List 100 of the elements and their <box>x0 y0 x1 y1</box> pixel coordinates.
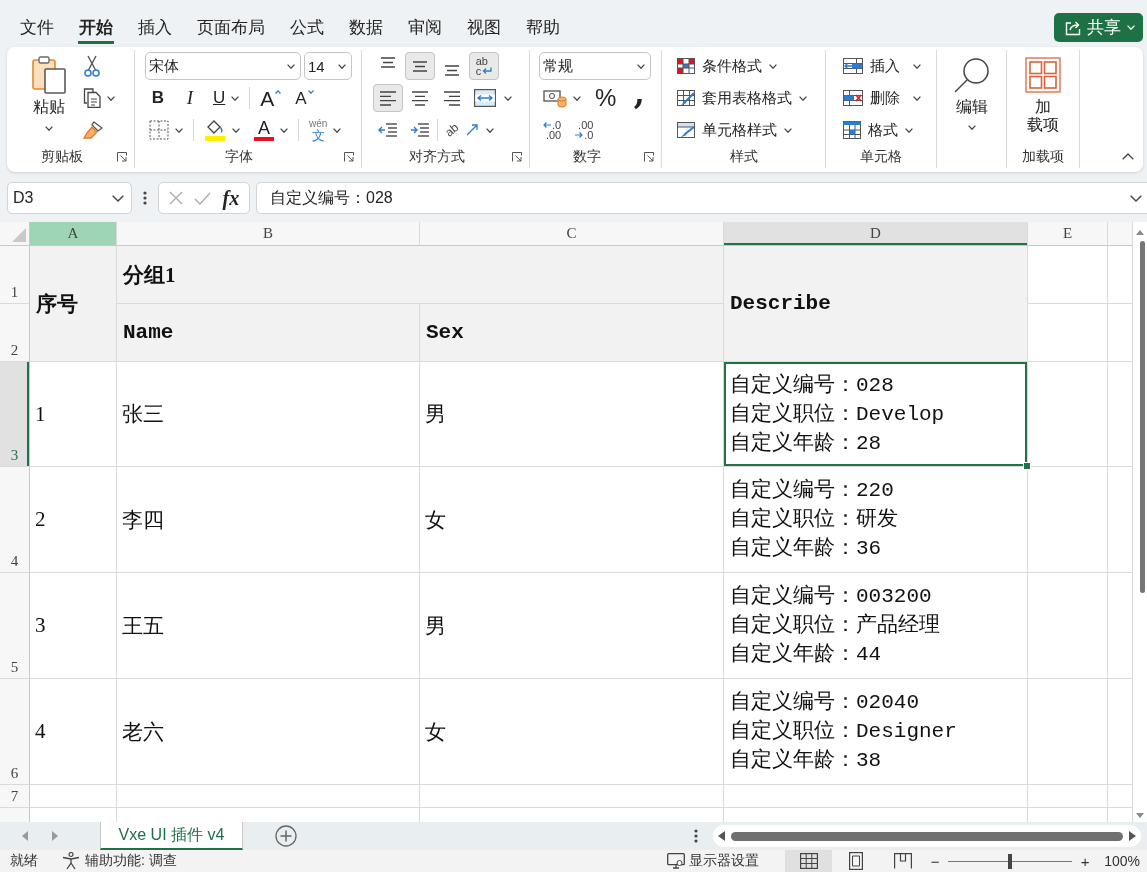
wrap-text-button[interactable]: ab c <box>469 52 499 80</box>
table-header-cell: Sex <box>420 304 724 362</box>
more-icon <box>143 191 147 205</box>
group-label: 单元格 <box>860 148 902 166</box>
row-header[interactable]: 7 <box>0 785 30 808</box>
font-size-dropdown[interactable]: 14 <box>304 52 352 80</box>
table-header-cell: Name <box>117 304 420 362</box>
description-line: 自定义职位：Designer <box>730 718 957 745</box>
column-header[interactable]: D <box>724 222 1028 246</box>
delete-cells-button[interactable]: 删除 <box>838 84 926 112</box>
description-line: 自定义年龄：44 <box>730 641 882 668</box>
row-header[interactable]: 1 <box>0 246 30 304</box>
editing-button[interactable]: 编辑 <box>937 50 1006 146</box>
row-header[interactable]: 4 <box>0 467 30 573</box>
indent-icon <box>410 123 430 137</box>
caret-icon <box>486 127 495 133</box>
row-header[interactable]: 6 <box>0 679 30 785</box>
status-text: 就绪 <box>10 852 38 870</box>
launcher-icon <box>117 152 127 162</box>
menu-tab[interactable]: 开始 <box>78 13 114 44</box>
table-cell: 3 <box>30 573 117 679</box>
shrink-font-button[interactable]: A <box>291 84 318 112</box>
format-as-table-button[interactable]: 套用表格格式 <box>672 84 812 112</box>
table-cell: 1 <box>30 362 117 467</box>
increase-decimal-button[interactable]: .0 .00 <box>539 116 566 144</box>
format-cells-button[interactable]: 格式 <box>838 116 918 144</box>
menu-tab[interactable]: 插入 <box>137 13 173 44</box>
row-header[interactable]: 5 <box>0 573 30 679</box>
decrease-decimal-button[interactable]: .00 .0 <box>571 116 598 144</box>
sheet-tab[interactable]: Vxe UI 插件 v4 <box>100 822 243 850</box>
grow-font-button[interactable]: A <box>256 84 286 112</box>
dialog-launcher-button[interactable] <box>643 151 655 163</box>
group-label: 样式 <box>729 148 758 166</box>
menu-tab[interactable]: 文件 <box>19 13 55 44</box>
fill-handle-icon[interactable] <box>1023 462 1031 470</box>
page-break-icon <box>893 853 912 869</box>
phonetic-guide-button[interactable]: wén 文 <box>305 116 346 144</box>
align-middle-button[interactable] <box>405 52 435 80</box>
description-line: 自定义职位：Develop <box>730 401 945 428</box>
percent-style-button[interactable]: % <box>591 84 621 112</box>
number-format-dropdown[interactable]: 常规 <box>539 52 651 80</box>
add-ins-button[interactable]: 加 载项 <box>1007 50 1079 146</box>
column-header[interactable]: B <box>117 222 420 246</box>
monitor-icon <box>667 853 686 869</box>
zoom-slider-thumb[interactable] <box>1008 853 1013 869</box>
align-center-icon <box>411 90 429 106</box>
description-line: 自定义年龄：28 <box>730 430 882 457</box>
horizontal-scrollbar[interactable] <box>713 825 1141 847</box>
normal-view-button[interactable] <box>785 850 833 872</box>
triangle-right-icon <box>52 831 58 841</box>
chevron-down-icon <box>112 194 124 202</box>
insert-function-button[interactable]: fx <box>222 186 240 210</box>
scrollbar-thumb[interactable] <box>1139 241 1145 593</box>
comma-style-button[interactable]: , <box>626 84 653 112</box>
underline-button[interactable]: U <box>209 84 244 112</box>
dialog-launcher-button[interactable] <box>116 151 128 163</box>
row-header[interactable]: 2 <box>0 304 30 362</box>
row-header[interactable]: 3 <box>0 362 30 467</box>
insert-cells-button[interactable]: 插入 <box>838 52 926 80</box>
description-line: 自定义编号：220 <box>730 477 894 504</box>
caret-icon <box>913 95 921 101</box>
cell-styles-button[interactable]: 单元格样式 <box>672 116 797 144</box>
caret-icon <box>1127 25 1135 30</box>
column-header[interactable]: E <box>1028 222 1108 246</box>
accessibility-button[interactable]: 辅助功能: 调查 <box>62 852 177 870</box>
name-box[interactable]: D3 <box>7 182 132 214</box>
font-color-button[interactable]: A <box>250 116 292 144</box>
arrow-right-icon <box>575 132 584 138</box>
orientation-button[interactable]: ab <box>440 116 500 144</box>
dialog-launcher-button[interactable] <box>511 151 523 163</box>
menu-tab[interactable]: 视图 <box>466 13 502 44</box>
merge-icon <box>474 89 496 107</box>
description-line: 自定义编号：02040 <box>730 689 919 716</box>
share-button[interactable]: 共享 <box>1054 13 1143 42</box>
menu-tab[interactable]: 数据 <box>348 13 384 44</box>
caret-icon <box>769 63 777 69</box>
menu-tab[interactable]: 页面布局 <box>196 13 266 44</box>
formula-input[interactable]: 自定义编号：028 <box>256 182 1147 214</box>
menu-tab[interactable]: 帮助 <box>525 13 561 44</box>
scrollbar-thumb[interactable] <box>731 831 1123 841</box>
conditional-formatting-button[interactable]: 条件格式 <box>672 52 782 80</box>
zoom-level-button[interactable]: 100% <box>1104 853 1140 869</box>
menu-tab[interactable]: 审阅 <box>407 13 443 44</box>
font-name-dropdown[interactable]: 宋体 <box>145 52 301 80</box>
launcher-icon <box>644 152 654 162</box>
paste-button[interactable]: 粘贴 <box>19 50 79 146</box>
table-cell: 女 <box>420 467 724 573</box>
dialog-launcher-button[interactable] <box>343 151 355 163</box>
display-settings-button[interactable]: 显示器设置 <box>667 852 760 870</box>
bold-button[interactable]: B <box>145 84 171 112</box>
zoom-in-button[interactable]: + <box>1076 850 1095 872</box>
share-icon <box>1065 19 1081 36</box>
align-left-button[interactable] <box>373 84 403 112</box>
column-header[interactable]: C <box>420 222 724 246</box>
italic-button[interactable]: I <box>177 84 203 112</box>
launcher-icon <box>344 152 354 162</box>
align-right-icon <box>443 90 461 106</box>
menu-tab[interactable]: 公式 <box>289 13 325 44</box>
column-header[interactable]: A <box>30 222 117 246</box>
zoom-out-button[interactable]: − <box>926 850 945 872</box>
